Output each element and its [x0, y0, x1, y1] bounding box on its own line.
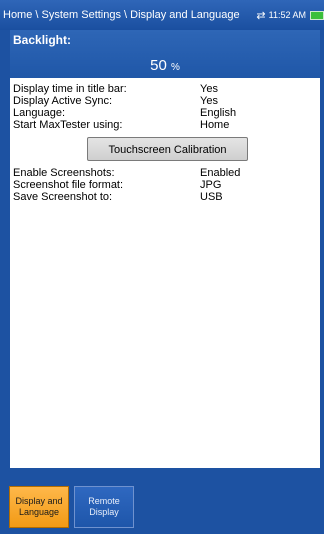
status-area: ⇄ 11:52 AM	[256, 0, 324, 30]
setting-label: Language:	[13, 107, 65, 119]
setting-screenshot-format[interactable]: Screenshot file format: JPG	[10, 179, 320, 191]
tab-remote-display[interactable]: Remote Display	[74, 486, 134, 528]
right-frame	[320, 30, 324, 468]
setting-label: Display Active Sync:	[13, 95, 113, 107]
setting-value[interactable]: Home	[200, 119, 229, 131]
setting-start-using[interactable]: Start MaxTester using: Home	[10, 119, 320, 131]
setting-save-screenshot[interactable]: Save Screenshot to: USB	[10, 191, 320, 203]
setting-value[interactable]: Enabled	[200, 167, 240, 179]
backlight-value: 50 %	[10, 57, 320, 74]
left-frame	[0, 30, 10, 468]
setting-label: Screenshot file format:	[13, 179, 124, 191]
active-sync-icon: ⇄	[256, 9, 266, 22]
tab-display-and-language[interactable]: Display and Language	[9, 486, 69, 528]
setting-label: Display time in title bar:	[13, 83, 127, 95]
setting-language[interactable]: Language: English	[10, 107, 320, 119]
setting-value[interactable]: English	[200, 107, 236, 119]
backlight-slider[interactable]: Backlight: 50 %	[10, 30, 320, 78]
setting-active-sync[interactable]: Display Active Sync: Yes	[10, 95, 320, 107]
setting-display-time[interactable]: Display time in title bar: Yes	[10, 83, 320, 95]
settings-list: Display time in title bar: Yes Display A…	[10, 83, 320, 203]
setting-enable-screenshots[interactable]: Enable Screenshots: Enabled	[10, 167, 320, 179]
clock: 11:52 AM	[268, 10, 306, 20]
setting-label: Enable Screenshots:	[13, 167, 115, 179]
touchscreen-calibration-button[interactable]: Touchscreen Calibration	[87, 137, 248, 161]
setting-value[interactable]: JPG	[200, 179, 221, 191]
breadcrumb: Home \ System Settings \ Display and Lan…	[3, 9, 240, 21]
backlight-label: Backlight:	[13, 33, 72, 47]
setting-label: Save Screenshot to:	[13, 191, 113, 203]
backlight-unit: %	[170, 62, 180, 73]
calibration-button-container: Touchscreen Calibration	[10, 131, 320, 167]
setting-value[interactable]: USB	[200, 191, 223, 203]
setting-value[interactable]: Yes	[200, 83, 218, 95]
title-bar: Home \ System Settings \ Display and Lan…	[0, 0, 324, 30]
setting-value[interactable]: Yes	[200, 95, 218, 107]
battery-icon	[310, 10, 324, 20]
setting-label: Start MaxTester using:	[13, 119, 123, 131]
backlight-percent: 50	[150, 57, 167, 74]
